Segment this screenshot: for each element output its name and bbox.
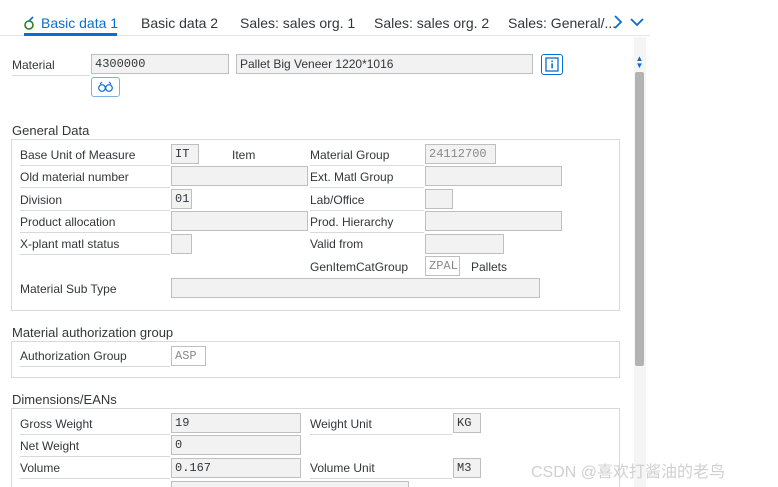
chevron-down-icon[interactable] xyxy=(629,14,645,30)
tab-basic-data-1[interactable]: Basic data 1 xyxy=(41,15,118,31)
general-data-title: General Data xyxy=(12,123,90,138)
gen-item-cat-field[interactable]: ZPAL xyxy=(425,256,460,276)
tab-sales-org-1[interactable]: Sales: sales org. 1 xyxy=(240,15,355,31)
base-uom-label: Base Unit of Measure xyxy=(20,148,136,162)
label-underline xyxy=(20,232,170,233)
info-icon xyxy=(545,57,559,72)
label-underline xyxy=(20,366,170,367)
label-underline xyxy=(310,210,424,211)
volume-unit-field[interactable]: M3 xyxy=(453,458,481,478)
auth-group-title: Material authorization group xyxy=(12,325,174,340)
scrollbar-thumb[interactable] xyxy=(635,72,644,366)
weight-unit-label: Weight Unit xyxy=(310,417,372,431)
label-underline xyxy=(310,187,424,188)
division-label: Division xyxy=(20,193,63,207)
tab-bar: Basic data 1 Basic data 2 Sales: sales o… xyxy=(0,0,650,36)
xplant-status-field[interactable] xyxy=(171,234,192,254)
old-material-number-label: Old material number xyxy=(20,170,129,184)
binoculars-icon xyxy=(98,81,113,92)
label-underline xyxy=(20,456,170,457)
tab-basic-data-2[interactable]: Basic data 2 xyxy=(141,15,218,31)
label-underline xyxy=(12,75,90,76)
label-underline xyxy=(20,434,170,435)
scroll-down-small-icon[interactable]: ▼ xyxy=(635,61,644,71)
lab-office-label: Lab/Office xyxy=(310,193,365,207)
active-tab-indicator xyxy=(24,33,117,36)
material-description-field[interactable]: Pallet Big Veneer 1220*1016 xyxy=(236,54,533,74)
label-underline xyxy=(310,165,424,166)
volume-unit-label: Volume Unit xyxy=(310,461,375,475)
material-sub-type-label: Material Sub Type xyxy=(20,282,117,296)
net-weight-label: Net Weight xyxy=(20,439,80,453)
label-underline xyxy=(20,478,170,479)
volume-field[interactable]: 0.167 xyxy=(171,458,301,478)
product-allocation-field[interactable] xyxy=(171,211,308,231)
material-icon xyxy=(24,16,34,30)
base-uom-field[interactable]: IT xyxy=(171,144,199,164)
old-material-number-field[interactable] xyxy=(171,166,308,186)
watermark: CSDN @喜欢打酱油的老鸟 xyxy=(531,464,726,481)
material-group-field[interactable]: 24112700 xyxy=(425,144,496,164)
material-group-label: Material Group xyxy=(310,148,390,162)
label-underline xyxy=(310,434,452,435)
label-underline xyxy=(20,254,170,255)
product-allocation-label: Product allocation xyxy=(20,215,116,229)
display-button[interactable] xyxy=(91,77,120,97)
gen-item-cat-text: Pallets xyxy=(471,260,508,274)
material-number-field[interactable]: 4300000 xyxy=(91,54,229,74)
gross-weight-field[interactable]: 19 xyxy=(171,413,301,433)
valid-from-field[interactable] xyxy=(425,234,504,254)
chevron-right-icon[interactable] xyxy=(610,14,626,30)
valid-from-label: Valid from xyxy=(310,237,364,251)
label-underline xyxy=(310,232,424,233)
net-weight-field[interactable]: 0 xyxy=(171,435,301,455)
volume-label: Volume xyxy=(20,461,61,475)
dimensions-title: Dimensions/EANs xyxy=(12,392,117,407)
material-label: Material xyxy=(12,58,55,72)
ext-matl-group-field[interactable] xyxy=(425,166,562,186)
prod-hierarchy-field[interactable] xyxy=(425,211,562,231)
material-sub-type-field[interactable] xyxy=(171,278,540,298)
lab-office-field[interactable] xyxy=(425,189,453,209)
authorization-group-label: Authorization Group xyxy=(20,349,127,363)
authorization-group-field[interactable]: ASP xyxy=(171,346,206,366)
base-uom-text: Item xyxy=(232,148,256,162)
partial-field[interactable] xyxy=(171,481,409,487)
weight-unit-field[interactable]: KG xyxy=(453,413,481,433)
label-underline xyxy=(310,478,452,479)
label-underline xyxy=(20,165,170,166)
label-underline xyxy=(20,210,170,211)
division-field[interactable]: 01 xyxy=(171,189,192,209)
tab-sales-general[interactable]: Sales: General/... xyxy=(508,15,616,31)
ext-matl-group-label: Ext. Matl Group xyxy=(310,170,394,184)
prod-hierarchy-label: Prod. Hierarchy xyxy=(310,215,394,229)
gen-item-cat-label: GenItemCatGroup xyxy=(310,260,409,274)
gross-weight-label: Gross Weight xyxy=(20,417,93,431)
tab-sales-org-2[interactable]: Sales: sales org. 2 xyxy=(374,15,489,31)
info-button[interactable] xyxy=(541,54,563,75)
label-underline xyxy=(20,187,170,188)
xplant-status-label: X-plant matl status xyxy=(20,237,120,251)
